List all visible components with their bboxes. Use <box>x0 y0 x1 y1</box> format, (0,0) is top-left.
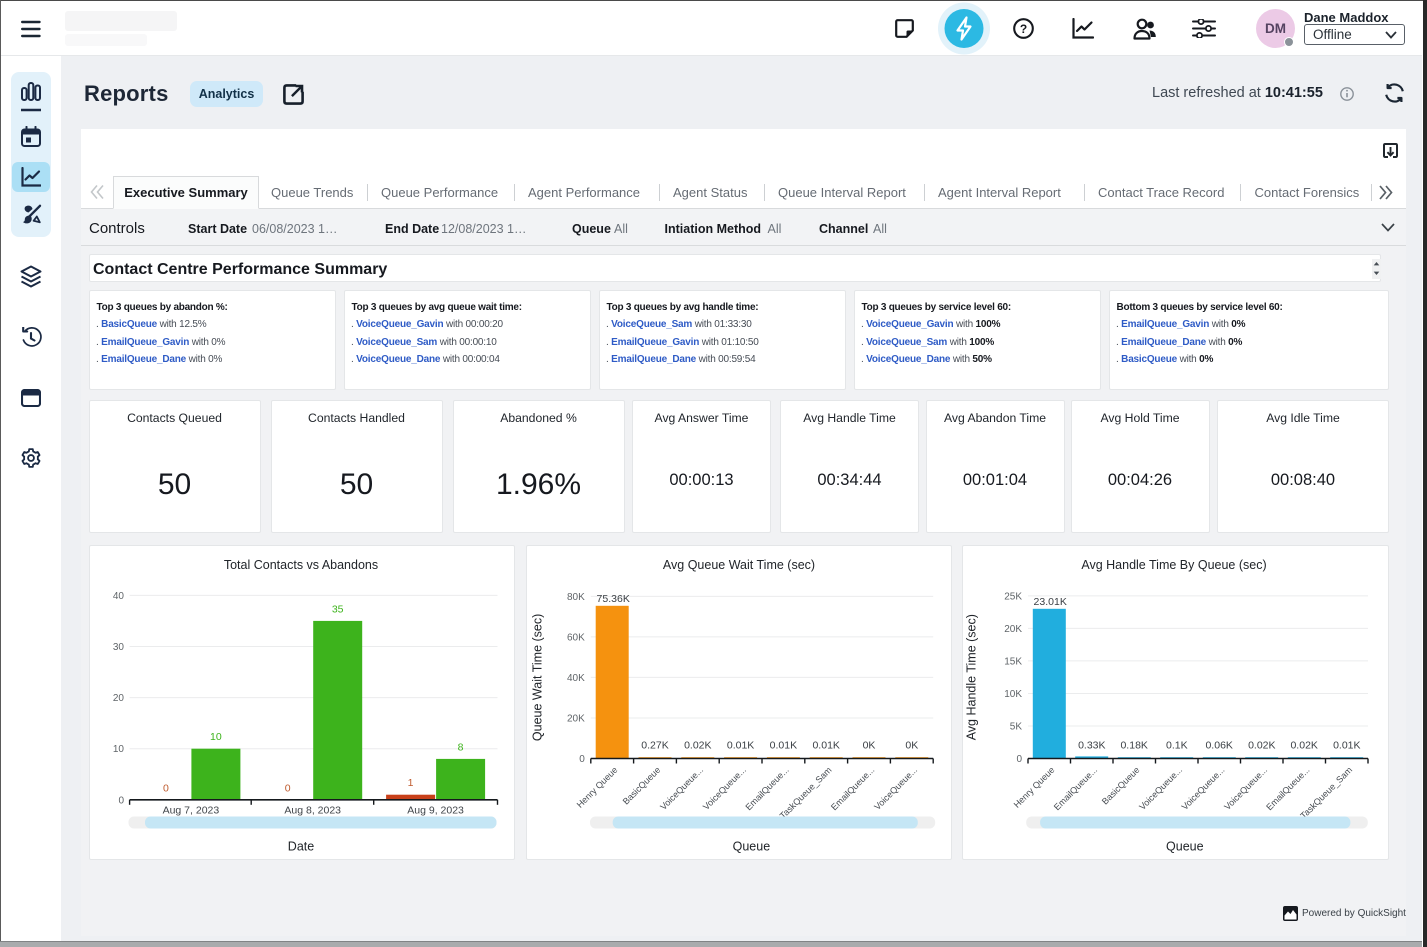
svg-text:60K: 60K <box>567 632 585 643</box>
svg-text:0: 0 <box>284 782 290 794</box>
svg-text:Aug 7, 2023: Aug 7, 2023 <box>162 804 219 816</box>
svg-text:10: 10 <box>112 744 124 755</box>
svg-text:0.33K: 0.33K <box>1078 740 1105 752</box>
svg-text:0: 0 <box>162 782 168 794</box>
svg-text:EmailQueue...: EmailQueue... <box>1264 765 1311 812</box>
svg-text:Aug 8, 2023: Aug 8, 2023 <box>284 804 341 816</box>
svg-text:0.27K: 0.27K <box>641 740 668 752</box>
svg-text:Avg Queue Wait Time (sec): Avg Queue Wait Time (sec) <box>662 558 814 572</box>
svg-text:0.18K: 0.18K <box>1120 740 1147 752</box>
svg-text:Avg Handle Time (sec): Avg Handle Time (sec) <box>964 614 978 740</box>
svg-text:1: 1 <box>407 777 413 789</box>
svg-text:0: 0 <box>579 754 585 765</box>
svg-text:Aug 9, 2023: Aug 9, 2023 <box>407 804 464 816</box>
svg-text:VoiceQueue...: VoiceQueue... <box>658 765 705 812</box>
svg-text:25K: 25K <box>1004 591 1022 602</box>
svg-text:Date: Date <box>287 840 313 854</box>
svg-text:80K: 80K <box>567 592 585 603</box>
svg-text:10: 10 <box>210 731 222 743</box>
svg-text:0.02K: 0.02K <box>684 740 711 752</box>
svg-text:35: 35 <box>331 603 343 615</box>
svg-text:EmailQueue...: EmailQueue... <box>829 765 876 812</box>
svg-text:VoiceQueue...: VoiceQueue... <box>700 765 747 812</box>
svg-text:0.01K: 0.01K <box>812 740 839 752</box>
svg-text:0K: 0K <box>862 740 875 752</box>
svg-text:0.01K: 0.01K <box>1333 740 1360 752</box>
svg-text:VoiceQueue...: VoiceQueue... <box>1222 765 1269 812</box>
svg-text:BasicQueue: BasicQueue <box>620 765 662 807</box>
svg-text:8: 8 <box>457 741 463 753</box>
svg-text:VoiceQueue...: VoiceQueue... <box>872 765 919 812</box>
svg-text:23.01K: 23.01K <box>1033 596 1066 608</box>
svg-text:40K: 40K <box>567 673 585 684</box>
svg-text:EmailQueue...: EmailQueue... <box>1051 765 1098 812</box>
svg-text:0.02K: 0.02K <box>1248 740 1275 752</box>
svg-text:Queue Wait Time (sec): Queue Wait Time (sec) <box>530 614 544 741</box>
svg-text:Henry Queue: Henry Queue <box>574 765 619 810</box>
svg-text:BasicQueue: BasicQueue <box>1099 765 1141 807</box>
svg-text:10K: 10K <box>1004 689 1022 700</box>
svg-text:20: 20 <box>112 693 124 704</box>
svg-text:40: 40 <box>112 591 124 602</box>
svg-text:75.36K: 75.36K <box>596 593 629 605</box>
svg-text:0K: 0K <box>905 740 918 752</box>
svg-text:?: ? <box>1020 22 1027 36</box>
svg-text:0.01K: 0.01K <box>726 740 753 752</box>
svg-text:5K: 5K <box>1009 722 1022 733</box>
svg-text:Total Contacts vs Abandons: Total Contacts vs Abandons <box>223 558 377 572</box>
svg-text:0.1K: 0.1K <box>1165 740 1187 752</box>
svg-text:0.06K: 0.06K <box>1205 740 1232 752</box>
svg-text:Queue: Queue <box>732 840 770 854</box>
svg-text:EmailQueue...: EmailQueue... <box>743 765 790 812</box>
svg-text:VoiceQueue...: VoiceQueue... <box>1179 765 1226 812</box>
svg-text:Avg Handle Time By Queue (sec): Avg Handle Time By Queue (sec) <box>1081 558 1266 572</box>
svg-text:30: 30 <box>112 642 124 653</box>
svg-text:0.02K: 0.02K <box>1290 740 1317 752</box>
svg-text:0: 0 <box>118 795 124 806</box>
svg-text:20K: 20K <box>567 714 585 725</box>
svg-text:20K: 20K <box>1004 624 1022 635</box>
svg-text:15K: 15K <box>1004 656 1022 667</box>
svg-text:VoiceQueue...: VoiceQueue... <box>1137 765 1184 812</box>
svg-text:Queue: Queue <box>1166 840 1204 854</box>
svg-text:Henry Queue: Henry Queue <box>1011 765 1056 810</box>
svg-text:0.01K: 0.01K <box>769 740 796 752</box>
svg-text:0: 0 <box>1016 754 1022 765</box>
